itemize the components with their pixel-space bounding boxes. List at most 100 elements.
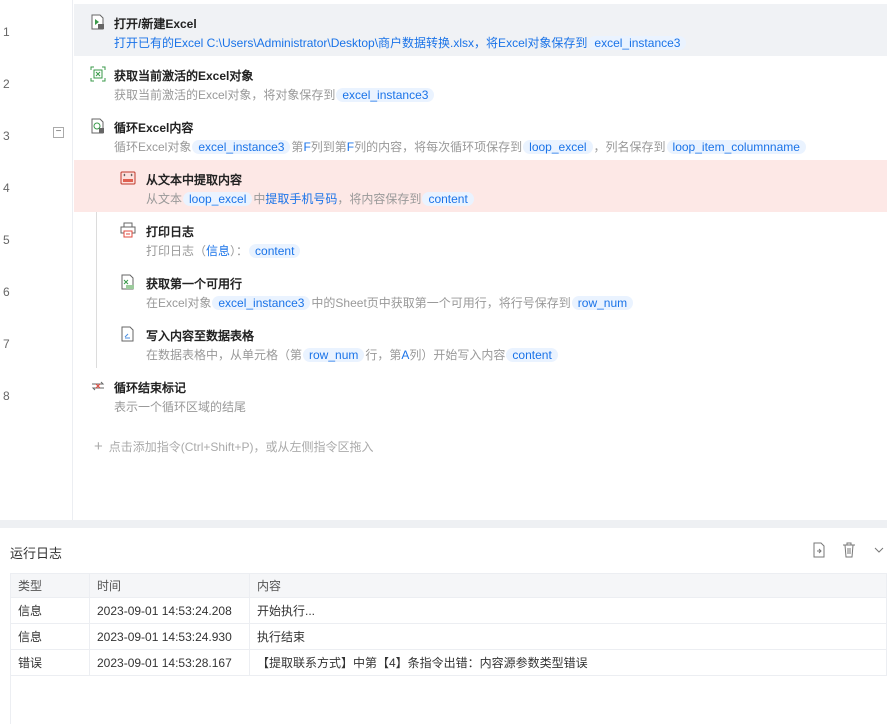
description-text: 列）开始写入内容 xyxy=(409,348,506,362)
description-text: ）： xyxy=(230,244,249,258)
write-table-icon xyxy=(120,326,136,342)
step-description: 表示一个循环区域的结尾 xyxy=(114,398,246,416)
log-row[interactable]: 错误 2023-09-01 14:53:28.167 【提取联系方式】中第【4】条指… xyxy=(10,649,887,676)
variable-token[interactable]: excel_instance3 xyxy=(588,36,687,50)
variable-token[interactable]: loop_item_columnname xyxy=(666,140,806,154)
log-table: 类型 时间 内容 信息 2023-09-01 14:53:24.208 开始执行..… xyxy=(10,573,887,676)
description-text: 获取当前激活的Excel对象，将对象保存到 xyxy=(114,88,336,102)
log-type: 信息 xyxy=(10,597,90,624)
step-row[interactable]: 循环Excel内容 循环Excel对象 excel_instance3 第F列到第F… xyxy=(74,108,887,160)
log-type: 错误 xyxy=(10,649,90,676)
line-number: 8 xyxy=(3,389,10,403)
step-title: 获取当前激活的Excel对象 xyxy=(114,69,254,83)
description-text: 在数据表格中，从单元格（第 xyxy=(146,348,303,362)
step-title: 从文本中提取内容 xyxy=(146,173,243,187)
description-text: 第 xyxy=(291,140,304,154)
description-text: 列到第 xyxy=(310,140,347,154)
flow-editor: 1 2 3 4 5 6 7 8 − 打开/新建Excel 打开已有的Excel C:\User… xyxy=(0,0,887,520)
step-description: 打开已有的Excel C:\Users\Administrator\Deskto… xyxy=(114,34,687,52)
variable-token[interactable]: loop_excel xyxy=(523,140,593,154)
description-text: ，列名保存到 xyxy=(593,140,666,154)
variable-token[interactable]: excel_instance3 xyxy=(212,296,311,310)
variable-token[interactable]: excel_instance3 xyxy=(336,88,435,102)
step-title: 循环Excel内容 xyxy=(114,121,194,135)
description-text: 在Excel对象 xyxy=(146,296,212,310)
variable-token[interactable]: content xyxy=(506,348,558,362)
line-number: 4 xyxy=(3,181,10,195)
line-number: 1 xyxy=(3,25,10,39)
text-extract-icon xyxy=(120,170,136,186)
description-text: 中 xyxy=(253,192,266,206)
line-number: 7 xyxy=(3,337,10,351)
description-text: 从文本 xyxy=(146,192,183,206)
description-text: 表示一个循环区域的结尾 xyxy=(114,400,247,414)
step-row[interactable]: 打开/新建Excel 打开已有的Excel C:\Users\Administr… xyxy=(74,4,887,56)
step-row[interactable]: 获取第一个可用行 在Excel对象 excel_instance3 中的Sheet页… xyxy=(74,264,887,316)
description-text: 信息 xyxy=(206,244,231,258)
step-description: 循环Excel对象 excel_instance3 第F列到第F列的内容，将每次循环… xyxy=(114,138,807,156)
column-header-type[interactable]: 类型 xyxy=(10,573,90,598)
log-time: 2023-09-01 14:53:24.208 xyxy=(89,597,250,624)
description-text: 打印日志（ xyxy=(146,244,207,258)
step-row[interactable]: 获取当前激活的Excel对象 获取当前激活的Excel对象，将对象保存到 exce… xyxy=(74,56,887,108)
description-text: 提取手机号码 xyxy=(265,192,338,206)
step-description: 在数据表格中，从单元格（第 row_num 行，第A列）开始写入内容 content xyxy=(146,346,559,364)
log-row[interactable]: 信息 2023-09-01 14:53:24.930 执行结束 xyxy=(10,623,887,650)
excel-open-icon xyxy=(90,14,106,30)
run-log-panel: 运行日志 类型 时间 内容 信息 2023-09-01 14:53:24.208 开… xyxy=(0,528,887,724)
line-number: 5 xyxy=(3,233,10,247)
step-row[interactable]: 打印日志 打印日志（信息）： content xyxy=(74,212,887,264)
step-description: 在Excel对象 excel_instance3 中的Sheet页中获取第一个可用行… xyxy=(146,294,634,312)
log-time: 2023-09-01 14:53:24.930 xyxy=(89,623,250,650)
log-type: 信息 xyxy=(10,623,90,650)
description-text: 行，第 xyxy=(365,348,402,362)
log-content: 执行结束 xyxy=(249,623,887,650)
column-header-time[interactable]: 时间 xyxy=(89,573,250,598)
step-title: 打印日志 xyxy=(146,225,195,239)
panel-splitter[interactable] xyxy=(0,520,887,528)
step-title: 写入内容至数据表格 xyxy=(146,329,255,343)
step-row[interactable]: 从文本中提取内容 从文本 loop_excel 中提取手机号码，将内容保存到 cont… xyxy=(74,160,887,212)
log-content: 【提取联系方式】中第【4】条指令出错：内容源参数类型错误 xyxy=(249,649,887,676)
trash-icon[interactable] xyxy=(841,542,857,558)
line-gutter: 1 2 3 4 5 6 7 8 xyxy=(0,0,73,520)
line-number: 6 xyxy=(3,285,10,299)
variable-token[interactable]: content xyxy=(422,192,474,206)
description-text: 列的内容，将每次循环项保存到 xyxy=(354,140,523,154)
step-row[interactable]: 循环结束标记 表示一个循环区域的结尾 xyxy=(74,368,887,420)
step-description: 打印日志（信息）： content xyxy=(146,242,301,260)
excel-loop-icon xyxy=(90,118,106,134)
step-description: 从文本 loop_excel 中提取手机号码，将内容保存到 content xyxy=(146,190,475,208)
log-content: 开始执行... xyxy=(249,597,887,624)
plus-icon: + xyxy=(94,438,103,455)
line-number: 3 xyxy=(3,129,10,143)
add-command-hint[interactable]: + 点击添加指令(Ctrl+Shift+P)，或从左侧指令区拖入 xyxy=(94,438,373,455)
export-icon[interactable] xyxy=(811,542,827,558)
variable-token[interactable]: loop_excel xyxy=(183,192,253,206)
column-header-content[interactable]: 内容 xyxy=(249,573,887,598)
excel-active-icon xyxy=(90,66,106,82)
description-text: 打开已有的Excel C:\Users\Administrator\Deskto… xyxy=(114,36,588,50)
variable-token[interactable]: content xyxy=(249,244,301,258)
description-text: ，将内容保存到 xyxy=(337,192,422,206)
log-row[interactable]: 信息 2023-09-01 14:53:24.208 开始执行... xyxy=(10,597,887,624)
printer-icon xyxy=(120,222,136,238)
variable-token[interactable]: excel_instance3 xyxy=(192,140,291,154)
description-text: F xyxy=(303,140,311,154)
variable-token[interactable]: row_num xyxy=(303,348,365,362)
collapse-toggle[interactable]: − xyxy=(53,127,64,138)
step-row[interactable]: 写入内容至数据表格 在数据表格中，从单元格（第 row_num 行，第A列）开始写入… xyxy=(74,316,887,368)
variable-token[interactable]: row_num xyxy=(571,296,634,310)
table-empty-area xyxy=(10,676,887,724)
step-title: 打开/新建Excel xyxy=(114,17,197,31)
step-title: 获取第一个可用行 xyxy=(146,277,243,291)
log-title: 运行日志 xyxy=(10,546,63,561)
chevron-down-icon[interactable] xyxy=(871,542,887,558)
log-time: 2023-09-01 14:53:28.167 xyxy=(89,649,250,676)
description-text: 循环Excel对象 xyxy=(114,140,192,154)
description-text: 中的Sheet页中获取第一个可用行，将行号保存到 xyxy=(311,296,571,310)
add-hint-text: 点击添加指令(Ctrl+Shift+P)，或从左侧指令区拖入 xyxy=(108,440,374,454)
excel-row-icon xyxy=(120,274,136,290)
loop-end-icon xyxy=(90,378,106,394)
step-title: 循环结束标记 xyxy=(114,381,187,395)
